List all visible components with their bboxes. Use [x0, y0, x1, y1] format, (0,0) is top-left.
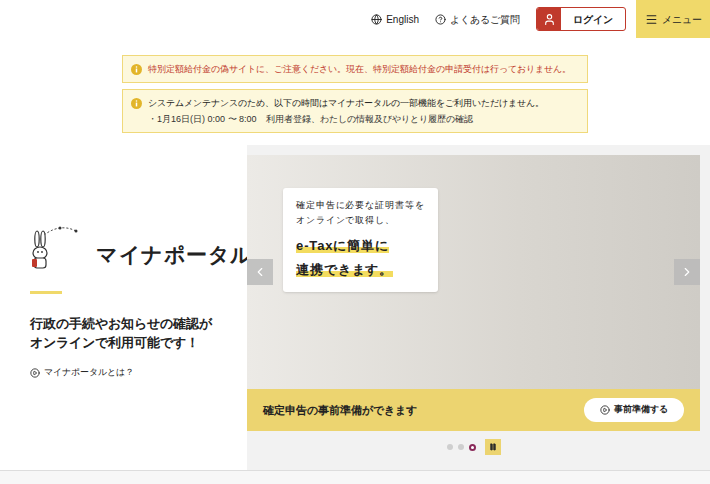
menu-button[interactable]: メニュー	[636, 0, 710, 38]
slide-banner: 確定申告の事前準備ができます事前準備する	[247, 389, 700, 431]
footer-line	[0, 470, 710, 484]
notice-list: 特別定額給付金の偽サイトに、ご注意ください。現在、特別定額給付金の申請受付は行っ…	[0, 55, 710, 133]
info-icon	[131, 98, 142, 109]
mascot-logo-icon	[30, 225, 92, 269]
slide-controls	[247, 439, 700, 455]
divider	[30, 291, 62, 294]
main: マイナポータル行政の手続やお知らせの確認がオンラインで利用可能です！ マイナポータ…	[0, 145, 710, 470]
carousel-area: 確定申告に必要な証明書等をオンラインで取得し、e-Taxに簡単に連携できます。確…	[247, 145, 710, 470]
prev-button[interactable]	[247, 259, 273, 285]
help-icon	[435, 14, 446, 25]
notice: 特別定額給付金の偽サイトに、ご注意ください。現在、特別定額給付金の申請受付は行っ…	[122, 55, 588, 83]
slide-dot[interactable]	[458, 444, 464, 450]
chevron-right-icon	[680, 265, 694, 279]
logo: マイナポータル	[30, 225, 247, 269]
language-link[interactable]: English	[371, 12, 419, 27]
hamburger-icon	[645, 13, 658, 26]
globe-icon	[371, 14, 382, 25]
slide-dot[interactable]	[447, 444, 453, 450]
tagline: 行政の手続やお知らせの確認がオンラインで利用可能です！	[30, 314, 247, 352]
slide-dot[interactable]	[469, 444, 476, 451]
info-icon	[131, 64, 142, 75]
carousel: 確定申告に必要な証明書等をオンラインで取得し、e-Taxに簡単に連携できます。確…	[247, 155, 700, 431]
login-button[interactable]: ログイン	[536, 7, 626, 31]
play-circle-icon	[600, 405, 610, 415]
next-button[interactable]	[674, 259, 700, 285]
slide-photo: 確定申告に必要な証明書等をオンラインで取得し、e-Taxに簡単に連携できます。	[247, 155, 700, 389]
pause-button[interactable]	[485, 439, 501, 455]
user-icon	[543, 13, 556, 26]
about-link[interactable]: マイナポータルとは？	[30, 366, 247, 380]
chevron-left-icon	[253, 265, 267, 279]
header: English よくあるご質問 ログインメニュー	[0, 0, 710, 38]
faq-link[interactable]: よくあるご質問	[435, 12, 520, 27]
page: English よくあるご質問 ログインメニュー特別定額給付金の偽サイトに、ご注意く…	[0, 0, 710, 484]
notice: システムメンテナンスのため、以下の時間はマイナポータルの一部機能をご利用いただけ…	[122, 89, 588, 133]
play-circle-icon	[30, 368, 40, 378]
intro: マイナポータル行政の手続やお知らせの確認がオンラインで利用可能です！ マイナポータ…	[0, 145, 247, 470]
prepare-button[interactable]: 事前準備する	[584, 398, 684, 422]
slide-caption: 確定申告に必要な証明書等をオンラインで取得し、e-Taxに簡単に連携できます。	[283, 188, 438, 292]
pause-icon	[489, 443, 497, 451]
